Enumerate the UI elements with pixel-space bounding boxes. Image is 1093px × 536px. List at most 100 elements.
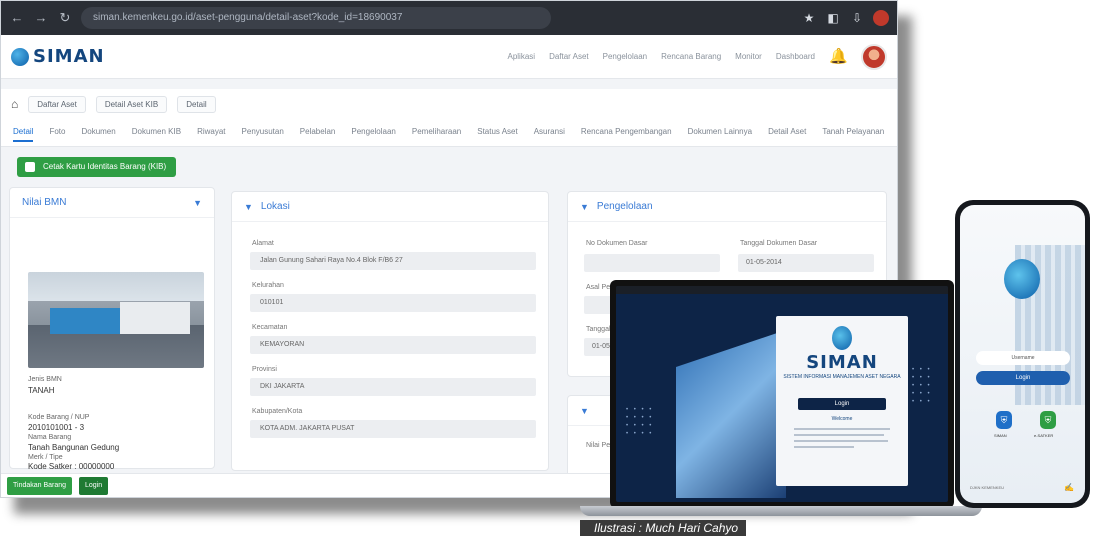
notice-line [794,446,854,448]
siman-logo[interactable]: SIMAN [11,46,105,67]
scene: ← → ↻ siman.kemenkeu.go.id/aset-pengguna… [0,0,1093,536]
address-bar[interactable]: siman.kemenkeu.go.id/aset-pengguna/detai… [81,7,551,29]
print-kib-label: Cetak Kartu Identitas Barang (KIB) [43,162,167,171]
menu-item[interactable]: Dashboard [776,52,815,61]
kabupaten-label: Kabupaten/Kota [252,408,303,415]
profile-avatar[interactable] [873,10,889,26]
tab-pengelolaan[interactable]: Pengelolaan [351,127,395,142]
menu-item[interactable]: Monitor [735,52,762,61]
notification-bell-icon[interactable]: 🔔 [829,48,848,66]
user-avatar[interactable] [861,43,887,70]
menu-item[interactable]: Pengelolaan [603,52,647,61]
tab-rencana-pengembangan[interactable]: Rencana Pengembangan [581,127,672,142]
decorative-dots: • • • • • • • • • • • • • • • • [626,407,654,437]
menu-item[interactable]: Daftar Aset [549,52,589,61]
kode-value: 2010101001 - 3 [28,423,85,432]
login-artwork [676,330,786,498]
asset-summary-title: Nilai BMN [22,197,67,208]
phone-screen: Username Login ⛨ ⛨ SIMAN e-SATKER DJKN K… [960,205,1085,503]
siman-logo-icon [11,47,29,66]
tab-status-aset[interactable]: Status Aset [477,127,517,142]
provinsi-label: Provinsi [252,366,277,373]
breadcrumb-item[interactable]: Daftar Aset [28,95,86,113]
tanggal-dokumen-label: Tanggal Dokumen Dasar [740,240,818,247]
menu-item[interactable]: Aplikasi [507,52,535,61]
kelurahan-field: 010101 [250,294,536,312]
login-button[interactable]: Login [79,477,109,495]
star-icon[interactable]: ★ [801,10,817,26]
tab-dokumen-kib[interactable]: Dokumen KIB [132,127,181,142]
chevron-down-icon[interactable]: ▼ [580,202,589,212]
phone-username-input[interactable]: Username [976,351,1070,365]
extensions-icon[interactable]: ◧ [825,10,841,26]
tab-riwayat[interactable]: Riwayat [197,127,225,142]
kode-label: Kode Barang / NUP [28,414,90,421]
breadcrumb-item[interactable]: Detail Aset KIB [95,95,168,113]
laptop-screen: • • • • • • • • • • • • • • • • • • • • • • •… [616,286,948,502]
top-menu: Aplikasi Daftar Aset Pengelolaan Rencana… [507,43,887,70]
lokasi-header[interactable]: ▼ Lokasi [232,192,548,222]
phone-icon-a-label: SIMAN [994,433,1007,438]
laptop-taskbar [616,286,948,294]
nama-value: Tanah Bangunan Gedung [28,443,120,452]
kecamatan-field: KEMAYORAN [250,336,536,354]
tab-tanah-pelayanan[interactable]: Tanah Pelayanan [822,127,884,142]
detail-tabs: Detail Foto Dokumen Dokumen KIB Riwayat … [1,119,897,147]
phone-login-button[interactable]: Login [976,371,1070,385]
kabupaten-field: KOTA ADM. JAKARTA PUSAT [250,420,536,438]
jenis-value: TANAH [28,386,55,395]
logo-text: SIMAN [33,46,105,67]
asset-photo[interactable] [28,272,204,368]
menu-item[interactable]: Rencana Barang [661,52,721,61]
lokasi-card: ▼ Lokasi Alamat Jalan Gunung Sahari Raya… [231,191,549,471]
tab-dokumen[interactable]: Dokumen [81,127,115,142]
merk-label: Merk / Tipe [28,454,63,461]
reload-icon[interactable]: ↻ [57,10,73,26]
login-panel: SIMAN SISTEM INFORMASI MANAJEMEN ASET NE… [776,316,908,486]
notice-line [794,428,890,430]
print-icon [25,162,35,172]
photo-building-blue [50,308,120,334]
alamat-field: Jalan Gunung Sahari Raya No.4 Blok F/B6 … [250,252,536,270]
tab-penyusutan[interactable]: Penyusutan [242,127,284,142]
phone-footer-text: DJKN KEMENKEU [970,485,1005,490]
nama-label: Nama Barang [28,434,72,441]
print-kib-button[interactable]: Cetak Kartu Identitas Barang (KIB) [17,157,177,177]
tab-detail-aset[interactable]: Detail Aset [768,127,806,142]
laptop-lid: • • • • • • • • • • • • • • • • • • • • • • •… [610,280,954,508]
forward-icon[interactable]: → [33,10,49,26]
app-header: SIMAN Aplikasi Daftar Aset Pengelolaan R… [1,35,897,79]
home-icon[interactable]: ⌂ [11,97,18,111]
notice-line [794,434,884,436]
kecamatan-label: Kecamatan [252,324,288,331]
back-icon[interactable]: ← [9,10,25,26]
lokasi-title: Lokasi [260,201,290,212]
laptop-login-button[interactable]: Login [798,398,886,410]
siman-logo-icon [832,326,852,350]
tab-detail[interactable]: Detail [13,127,34,142]
phone-mockup: Username Login ⛨ ⛨ SIMAN e-SATKER DJKN K… [955,200,1090,508]
pengelolaan-header[interactable]: ▼ Pengelolaan [568,192,886,222]
app-shield-icon[interactable]: ⛨ [1040,411,1056,429]
tab-asuransi[interactable]: Asuransi [534,127,565,142]
kelurahan-label: Kelurahan [252,282,284,289]
chevron-down-icon[interactable]: ▼ [244,202,253,212]
decorative-dots: • • • • • • • • • • • • • • • [912,367,932,405]
tab-pemeliharaan[interactable]: Pemeliharaan [412,127,461,142]
app-shield-icon[interactable]: ⛨ [996,411,1012,429]
chevron-down-icon[interactable]: ▼ [193,198,202,208]
notice-line [794,440,888,442]
no-dokumen-label: No Dokumen Dasar [586,240,648,247]
download-icon[interactable]: ⇩ [849,10,865,26]
asset-summary-card: Nilai BMN ▼ Jenis BMN TANAH Kode Barang … [9,187,215,471]
photo-caption: Ilustrasi : Much Hari Cahyo [580,520,747,536]
signature-icon: ✍ [1064,483,1074,492]
asset-summary-header[interactable]: Nilai BMN ▼ [10,188,214,218]
tab-dokumen-lainnya[interactable]: Dokumen Lainnya [688,127,752,142]
merk-value: Kode Satker : 00000000 [28,462,115,471]
tab-foto[interactable]: Foto [49,127,65,142]
tab-pelabelan[interactable]: Pelabelan [300,127,336,142]
laptop-notice-title: Welcome [831,416,853,422]
tindakan-barang-button[interactable]: Tindakan Barang [7,477,73,495]
photo-building-white [120,302,190,334]
